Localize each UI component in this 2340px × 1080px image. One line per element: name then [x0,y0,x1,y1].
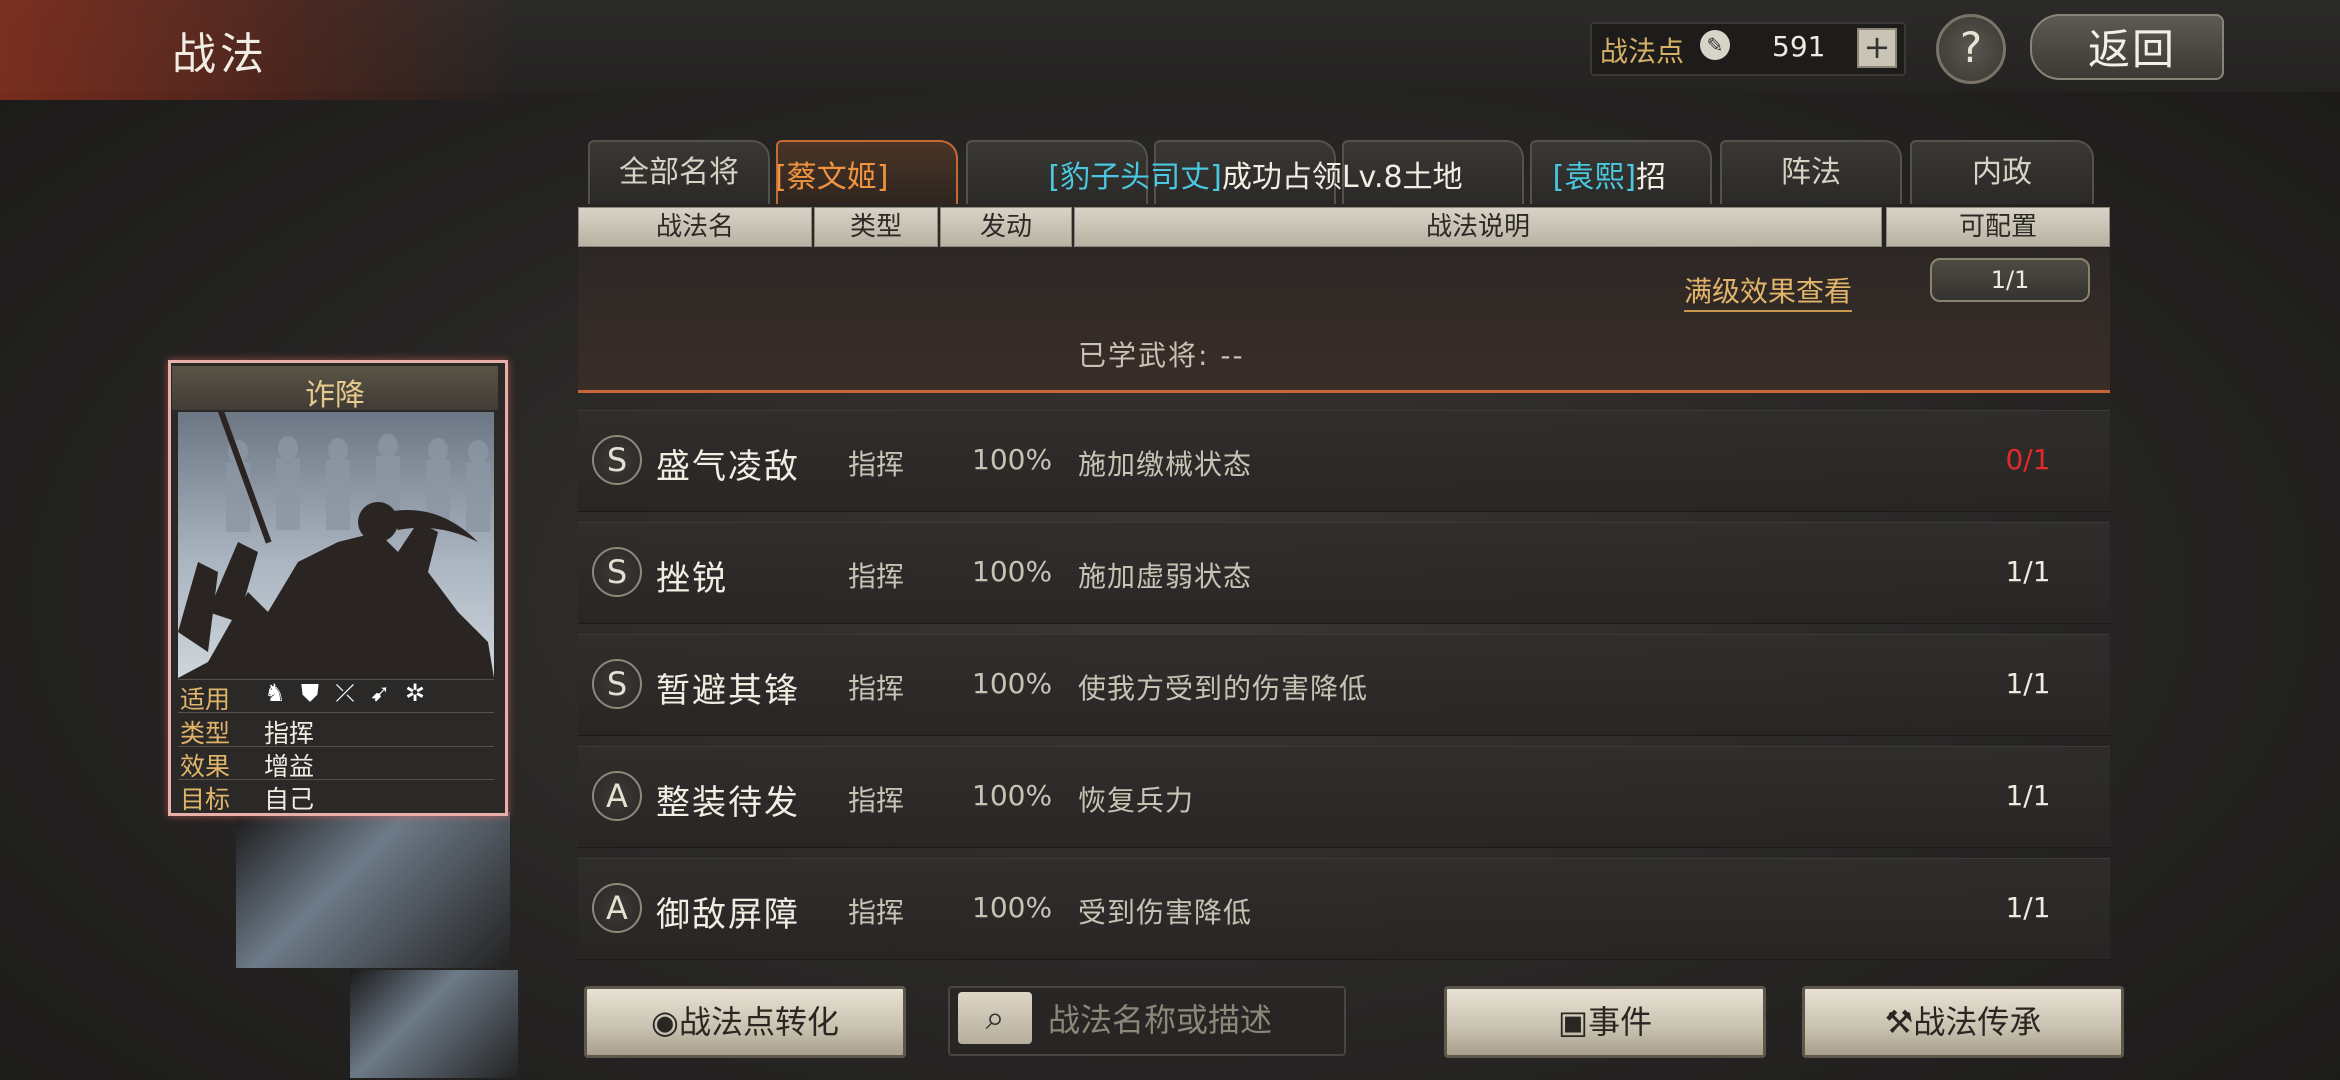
tactic-points-value: 591 [1772,30,1826,63]
grade-badge: S [592,659,642,709]
help-button[interactable]: ? [1936,14,2006,84]
tactic-rate: 100% [972,443,1053,476]
tab-internal-affairs[interactable]: 内政 [1910,140,2094,204]
events-button[interactable]: ▣事件 [1444,986,1766,1058]
card-target-label: 目标 [180,785,231,814]
marquee-general-2: [袁熙] [1552,160,1637,195]
column-header-configurable[interactable]: 可配置 [1886,207,2110,247]
tactic-count: 1/1 [2005,779,2051,812]
card-title: 诈降 [305,378,365,413]
column-header-name[interactable]: 战法名 [578,207,812,247]
tactic-name: 盛气凌敌 [656,447,800,487]
card-type-value: 指挥 [264,719,315,748]
column-header-trigger[interactable]: 发动 [940,207,1072,247]
wheel-icon: ✲ [404,679,426,707]
column-header-type[interactable]: 类型 [814,207,938,247]
hammer-icon: ⚒ [1884,1003,1914,1041]
tab-all-generals[interactable]: 全部名将 [588,140,770,204]
tactic-row[interactable]: S 挫锐 指挥 100% 施加虚弱状态 1/1 [578,522,2110,624]
tactic-rate: 100% [972,667,1053,700]
search-icon[interactable]: ⌕ [958,992,1032,1044]
grade-badge: A [592,883,642,933]
tactic-description: 使我方受到的伤害降低 [1078,672,1369,705]
spear-icon: ➹ [369,679,391,707]
tactic-points-label: 战法点 [1600,35,1685,68]
tactic-inherit-button[interactable]: ⚒战法传承 [1802,986,2124,1058]
tactic-count: 0/1 [2005,443,2051,476]
marquee-general-1: [蔡文姬] [775,160,889,195]
events-label: 事件 [1588,1003,1653,1041]
page-title: 战法 [172,29,268,80]
tactic-rate: 100% [972,555,1053,588]
ink-drop-icon: ◉ [651,1003,679,1041]
card-target-value: 自己 [264,785,315,814]
marquee-event: 成功占领Lv.8土地 [1221,160,1463,195]
convert-points-label: 战法点转化 [678,1003,839,1041]
tactic-row[interactable]: A 御敌屏障 指挥 100% 受到伤害降低 1/1 [578,858,2110,960]
card-divider [178,712,494,713]
tactic-rate: 100% [972,891,1053,924]
unit-icons: ♞ ⛊ ⤫ ➹ ✲ [262,680,437,706]
tactic-description: 施加缴械状态 [1078,448,1253,481]
tactic-name: 暂避其锋 [656,671,800,711]
inherit-label: 战法传承 [1913,1003,2042,1041]
card-stack-image [236,812,510,968]
marquee-tail: 招 [1636,160,1667,195]
card-artwork [178,412,494,678]
add-points-button[interactable]: + [1857,28,1897,68]
marquee-player: [豹子头司丈] [1048,160,1222,195]
search-input[interactable] [1046,994,1340,1046]
tactic-name: 整装待发 [656,783,800,823]
convert-points-button[interactable]: ◉战法点转化 [584,986,906,1058]
tactic-type: 指挥 [848,784,905,817]
warrior-silhouette-icon [178,412,494,678]
grade-badge: S [592,547,642,597]
grade-badge: A [592,771,642,821]
tactic-count: 1/1 [2005,891,2051,924]
bow-icon: ⤫ [335,679,355,707]
tactic-type: 指挥 [848,448,905,481]
tactic-name: 御敌屏障 [656,895,800,935]
tactic-count: 1/1 [2005,555,2051,588]
tactic-detail-panel [578,248,2110,393]
card-effect-value: 增益 [264,752,315,781]
tactic-type: 指挥 [848,896,905,929]
tactic-description: 施加虚弱状态 [1078,560,1253,593]
card-type-label: 类型 [180,719,231,748]
back-button-label: 返回 [2088,25,2177,74]
tactic-row[interactable]: S 盛气凌敌 指挥 100% 施加缴械状态 0/1 [578,410,2110,512]
column-header-description: 战法说明 [1074,207,1882,247]
detail-count-badge: 1/1 [1930,258,2090,302]
quill-icon: ✎ [1700,30,1730,60]
learned-generals-text: 已学武将: -- [1078,339,1245,372]
tactic-description: 恢复兵力 [1078,784,1195,817]
tactic-count: 1/1 [2005,667,2051,700]
tactic-name: 挫锐 [656,559,728,599]
shield-icon: ⛊ [301,679,319,707]
tactic-row[interactable]: A 整装待发 指挥 100% 恢复兵力 1/1 [578,746,2110,848]
view-full-effect-link[interactable]: 满级效果查看 [1684,270,1853,312]
tactic-type: 指挥 [848,672,905,705]
card-effect-label: 效果 [180,752,231,781]
grade-badge: S [592,435,642,485]
tactic-description: 受到伤害降低 [1078,896,1253,929]
news-marquee: [蔡文姬] [豹子头司丈]成功占领Lv.8土地 [袁熙]招 [775,152,1666,196]
card-stack-image [350,970,518,1078]
tab-formation[interactable]: 阵法 [1720,140,1902,204]
card-applies-label: 适用 [180,685,231,714]
tactic-type: 指挥 [848,560,905,593]
cavalry-icon: ♞ [264,679,286,707]
event-scroll-icon: ▣ [1557,1003,1589,1041]
tactic-rate: 100% [972,779,1053,812]
tactic-row[interactable]: S 暂避其锋 指挥 100% 使我方受到的伤害降低 1/1 [578,634,2110,736]
